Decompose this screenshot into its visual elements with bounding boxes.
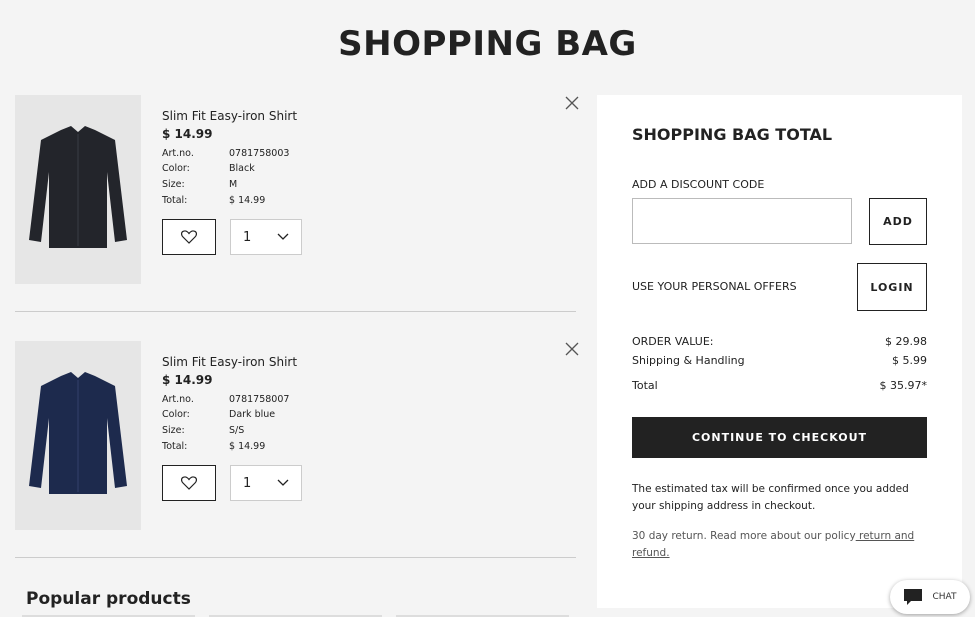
shipping-row: Shipping & Handling $ 5.99: [632, 354, 927, 367]
login-button[interactable]: LOGIN: [857, 263, 927, 311]
color-row: Color: Black: [162, 161, 542, 176]
item-controls: 1: [162, 465, 302, 501]
color-row: Color: Dark blue: [162, 407, 542, 422]
quantity-value: 1: [243, 475, 252, 491]
close-icon: [565, 342, 579, 356]
item-divider: [15, 557, 576, 558]
total-row: Total: $ 14.99: [162, 439, 542, 454]
bag-summary-panel: SHOPPING BAG TOTAL ADD A DISCOUNT CODE A…: [597, 95, 962, 608]
order-value-amount: $ 29.98: [885, 335, 927, 348]
favorite-button[interactable]: [162, 219, 216, 255]
page-title: SHOPPING BAG: [338, 24, 637, 64]
art-no-row: Art.no. 0781758003: [162, 146, 542, 161]
cart-item: Slim Fit Easy-iron Shirt $ 14.99 Art.no.…: [15, 95, 579, 284]
order-value-label: ORDER VALUE:: [632, 335, 714, 348]
size-value: M: [229, 179, 238, 190]
color-value: Dark blue: [229, 409, 276, 420]
size-row: Size: M: [162, 176, 542, 193]
order-total-label: Total: [632, 379, 658, 392]
shipping-amount: $ 5.99: [892, 354, 927, 367]
quantity-select[interactable]: 1: [230, 465, 302, 501]
continue-to-checkout-button[interactable]: CONTINUE TO CHECKOUT: [632, 417, 927, 458]
art-no-value: 0781758003: [229, 148, 290, 159]
quantity-select[interactable]: 1: [230, 219, 302, 255]
favorite-button[interactable]: [162, 465, 216, 501]
art-no-label: Art.no.: [162, 148, 194, 159]
item-info: Slim Fit Easy-iron Shirt $ 14.99 Art.no.…: [162, 109, 542, 208]
remove-item-button[interactable]: [565, 341, 579, 356]
tax-note: The estimated tax will be confirmed once…: [632, 483, 909, 512]
chat-button[interactable]: CHAT: [890, 580, 970, 614]
chat-bubble-icon: [904, 589, 923, 605]
item-price: $ 14.99: [162, 127, 213, 141]
total-row: Total $ 35.97*: [632, 379, 927, 392]
item-divider: [15, 311, 576, 312]
item-price: $ 14.99: [162, 373, 213, 387]
discount-label: ADD A DISCOUNT CODE: [632, 178, 765, 191]
color-label: Color:: [162, 163, 190, 174]
heart-icon: [181, 476, 197, 490]
item-name[interactable]: Slim Fit Easy-iron Shirt: [162, 355, 542, 369]
quantity-value: 1: [243, 229, 252, 245]
product-image[interactable]: [15, 95, 141, 284]
chat-label: CHAT: [932, 592, 957, 602]
size-value: S/S: [229, 425, 245, 436]
total-row: Total: $ 14.99: [162, 193, 542, 208]
return-policy-note: 30 day return. Read more about our polic…: [632, 528, 927, 562]
item-controls: 1: [162, 219, 302, 255]
art-no-label: Art.no.: [162, 394, 194, 405]
size-label: Size:: [162, 425, 185, 436]
art-no-row: Art.no. 0781758007: [162, 392, 542, 407]
heart-icon: [181, 230, 197, 244]
cart-item: Slim Fit Easy-iron Shirt $ 14.99 Art.no.…: [15, 341, 579, 530]
return-policy-text: 30 day return. Read more about our polic…: [632, 530, 856, 542]
order-value-row: ORDER VALUE: $ 29.98: [632, 335, 927, 348]
item-info: Slim Fit Easy-iron Shirt $ 14.99 Art.no.…: [162, 355, 542, 454]
summary-title: SHOPPING BAG TOTAL: [632, 125, 833, 144]
personal-offers-label: USE YOUR PERSONAL OFFERS: [632, 280, 797, 293]
shirt-image: [29, 126, 127, 248]
total-label: Total:: [162, 441, 188, 452]
color-label: Color:: [162, 409, 190, 420]
shipping-label: Shipping & Handling: [632, 354, 745, 367]
item-name[interactable]: Slim Fit Easy-iron Shirt: [162, 109, 542, 123]
add-discount-button[interactable]: ADD: [869, 198, 927, 245]
total-label: Total:: [162, 195, 188, 206]
close-icon: [565, 96, 579, 110]
total-value: $ 14.99: [229, 441, 266, 452]
chevron-down-icon: [277, 233, 289, 240]
size-row: Size: S/S: [162, 422, 542, 439]
total-value: $ 14.99: [229, 195, 266, 206]
art-no-value: 0781758007: [229, 394, 290, 405]
discount-code-input[interactable]: [632, 198, 852, 244]
product-image[interactable]: [15, 341, 141, 530]
chevron-down-icon: [277, 479, 289, 486]
remove-item-button[interactable]: [565, 95, 579, 110]
shirt-image: [29, 372, 127, 494]
size-label: Size:: [162, 179, 185, 190]
popular-products-heading: Popular products: [26, 589, 191, 609]
order-total-amount: $ 35.97*: [879, 379, 928, 392]
color-value: Black: [229, 163, 255, 174]
